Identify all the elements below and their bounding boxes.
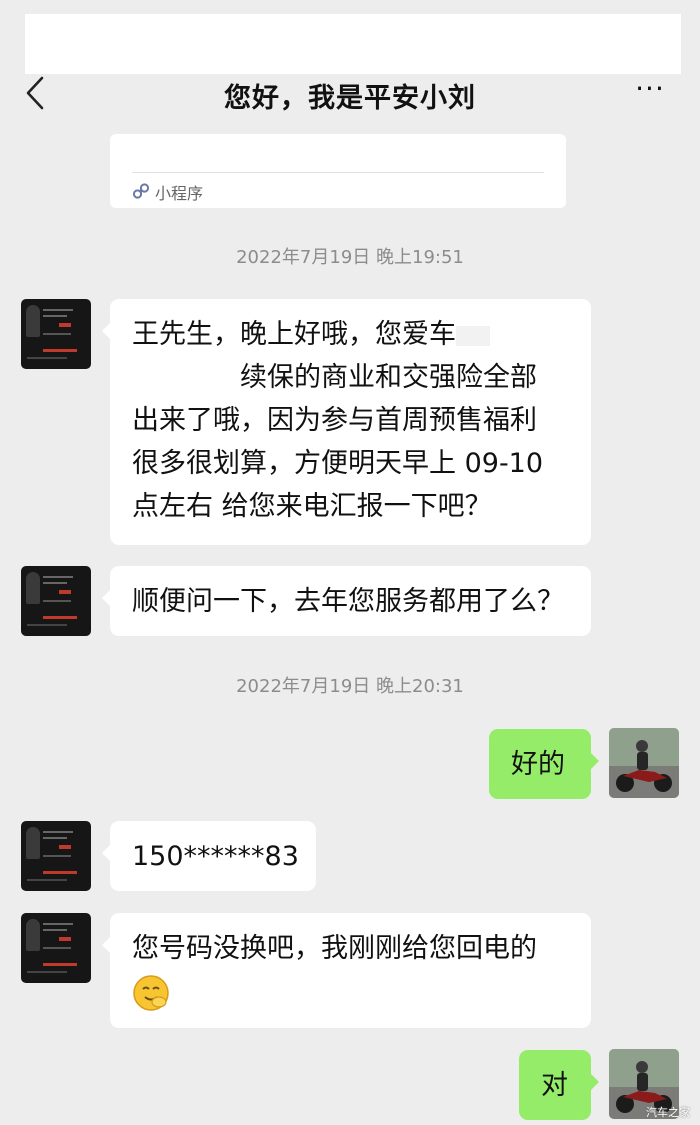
status-bar-area [25, 14, 681, 74]
message-line: 续保的商业和交强险全部 [240, 362, 537, 393]
redacted-text [456, 325, 490, 346]
message-text: 顺便问一下，去年您服务都用了么？ [132, 586, 564, 617]
mini-program-link-icon [132, 183, 150, 199]
motorcycle-rider-image [609, 728, 679, 798]
message-text: 对 [541, 1070, 568, 1101]
message-line: 很多很划算，方便明天早上 09-10 [132, 448, 544, 479]
message-line: 点左右 给您来电汇报一下吧？ [132, 491, 492, 522]
mini-program-card[interactable]: 小程序 [110, 134, 566, 208]
message-text: 好的 [511, 749, 565, 780]
user-avatar[interactable] [609, 728, 679, 798]
card-divider [132, 172, 544, 173]
agent-avatar[interactable] [21, 566, 91, 636]
incoming-message-bubble[interactable]: 顺便问一下，去年您服务都用了么？ [102, 566, 591, 636]
timestamp: 2022年7月19日 晚上20:31 [236, 676, 464, 697]
mini-program-label: 小程序 [155, 184, 204, 203]
agent-avatar[interactable] [21, 913, 91, 983]
incoming-message-bubble[interactable]: 150******83 [102, 821, 316, 891]
message-text: 您号码没换吧，我刚刚给您回电的 [132, 933, 537, 964]
incoming-message-bubble[interactable]: 您号码没换吧，我刚刚给您回电的 [102, 913, 591, 1028]
incoming-message-bubble[interactable]: 王先生，晚上好哦，您爱车 续保的商业和交强险全部 出来了哦，因为参与首周预售福利… [102, 299, 591, 545]
more-options-button[interactable]: ··· [630, 75, 670, 106]
hug-face-emoji [133, 974, 169, 1011]
outgoing-message-bubble[interactable]: 好的 [489, 729, 599, 799]
agent-avatar[interactable] [21, 299, 91, 369]
message-line: 出来了哦，因为参与首周预售福利 [132, 405, 537, 436]
message-text: 150******83 [132, 841, 299, 872]
timestamp: 2022年7月19日 晚上19:51 [236, 247, 464, 268]
outgoing-message-bubble[interactable]: 对 [519, 1050, 599, 1120]
agent-avatar[interactable] [21, 821, 91, 891]
watermark: 汽车之家 [646, 1106, 690, 1119]
chat-title: 您好，我是平安小刘 [224, 83, 476, 114]
message-line: 王先生，晚上好哦，您爱车 [132, 313, 569, 356]
